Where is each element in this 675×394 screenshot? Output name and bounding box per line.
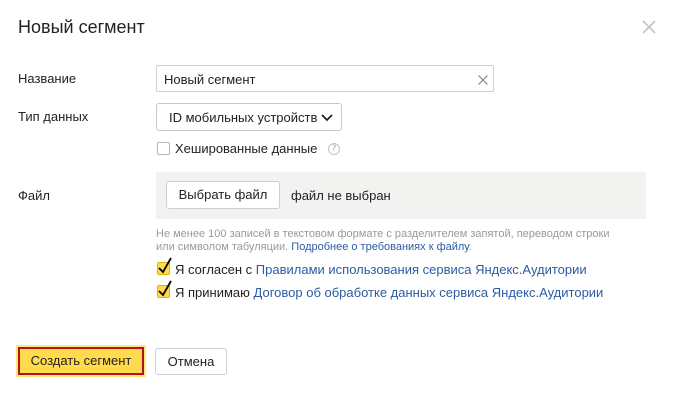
data-type-select[interactable]: ID мобильных устройств [156,103,342,131]
data-type-selected: ID мобильных устройств [169,110,318,125]
agree-rules-text: Я согласен с Правилами использования сер… [175,262,587,277]
file-label: Файл [18,188,50,203]
name-field[interactable] [156,65,494,92]
checkmark-icon [158,280,172,297]
agree-rules-prefix: Я согласен с [175,262,253,277]
contract-link[interactable]: Договор об обработке данных сервиса Янде… [254,285,604,300]
chevron-down-icon [321,114,333,122]
checkmark-icon [158,257,172,274]
name-label: Название [18,71,77,86]
file-hint: Не менее 100 записей в текстовом формате… [156,228,626,254]
agree-contract-prefix: Я принимаю [175,285,250,300]
file-status: файл не выбран [291,188,391,203]
file-drop-area: Выбрать файл файл не выбран [156,172,646,219]
hashed-checkbox[interactable] [157,142,170,155]
cancel-button[interactable]: Отмена [155,348,227,375]
data-type-label: Тип данных [18,109,89,124]
help-icon[interactable]: ? [328,143,340,155]
clear-icon[interactable] [477,73,489,85]
agree-contract-checkbox[interactable] [157,280,172,298]
dialog-title: Новый сегмент [18,17,145,37]
rules-link[interactable]: Правилами использования сервиса Яндекс.А… [256,262,587,277]
create-segment-button[interactable]: Создать сегмент [18,347,144,375]
file-hint-end: . [468,241,472,253]
file-requirements-link[interactable]: Подробнее о требованиях к файлу [291,241,468,253]
close-button[interactable] [640,18,658,36]
choose-file-button[interactable]: Выбрать файл [166,181,280,209]
name-input[interactable] [164,70,464,88]
hashed-label: Хешированные данные [175,141,318,156]
close-icon [642,20,656,34]
agree-rules-checkbox[interactable] [157,257,172,275]
agree-contract-text: Я принимаю Договор об обработке данных с… [175,285,603,300]
